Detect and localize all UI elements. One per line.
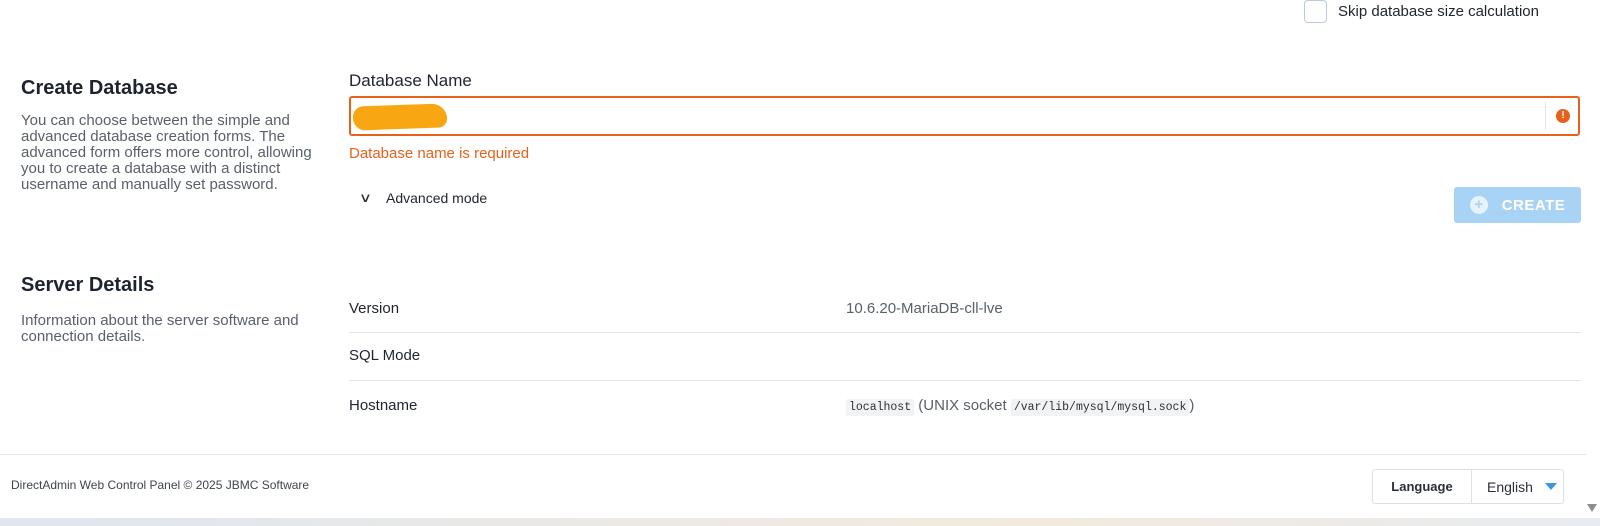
language-value: English (1487, 478, 1533, 495)
version-value: 10.6.20-MariaDB-cll-lve (846, 300, 1003, 317)
database-name-label: Database Name (349, 71, 472, 90)
database-name-field[interactable]: ! (349, 96, 1580, 136)
footer-copyright: DirectAdmin Web Control Panel © 2025 JBM… (11, 478, 310, 492)
hostname-value: localhost (UNIX socket /var/lib/mysql/my… (846, 397, 1195, 416)
chevron-down-icon: ∨ (358, 190, 373, 205)
row-divider (349, 380, 1581, 381)
database-name-input[interactable] (351, 98, 1521, 134)
sql-mode-label: SQL Mode (349, 347, 421, 364)
server-details-description: Information about the server software an… (21, 312, 299, 345)
create-database-description: You can choose between the simple and ad… (21, 112, 312, 193)
checkbox-icon[interactable] (1304, 0, 1327, 23)
language-selector[interactable]: Language English (1372, 469, 1564, 504)
advanced-mode-toggle[interactable]: ∨ Advanced mode (358, 190, 488, 206)
caret-down-icon (1544, 483, 1557, 490)
redaction-mark (352, 103, 448, 131)
scroll-down-arrow-icon[interactable] (1587, 504, 1597, 512)
create-button-label: CREATE (1501, 196, 1566, 214)
taskbar-strip (0, 518, 1600, 526)
input-divider (1545, 102, 1546, 130)
server-details-title: Server Details (21, 274, 155, 296)
database-name-error: Database name is required (349, 145, 530, 162)
language-label: Language (1373, 470, 1472, 503)
language-dropdown[interactable]: English (1472, 470, 1563, 503)
socket-suffix: ) (1189, 397, 1195, 414)
skip-size-label: Skip database size calculation (1338, 3, 1539, 20)
version-label: Version (349, 300, 400, 317)
row-divider (349, 332, 1581, 333)
skip-size-calculation[interactable]: Skip database size calculation (1304, 0, 1539, 23)
hostname-label: Hostname (349, 397, 418, 414)
create-button[interactable]: + CREATE (1454, 187, 1581, 223)
alert-circle-icon: ! (1556, 109, 1570, 123)
plus-circle-icon: + (1469, 196, 1488, 214)
footer-divider (0, 454, 1586, 455)
create-database-title: Create Database (21, 77, 178, 99)
hostname-code: localhost (846, 399, 915, 416)
advanced-mode-label: Advanced mode (386, 190, 488, 206)
socket-prefix: (UNIX socket (918, 397, 1007, 414)
socket-path-code: /var/lib/mysql/mysql.sock (1010, 399, 1190, 416)
